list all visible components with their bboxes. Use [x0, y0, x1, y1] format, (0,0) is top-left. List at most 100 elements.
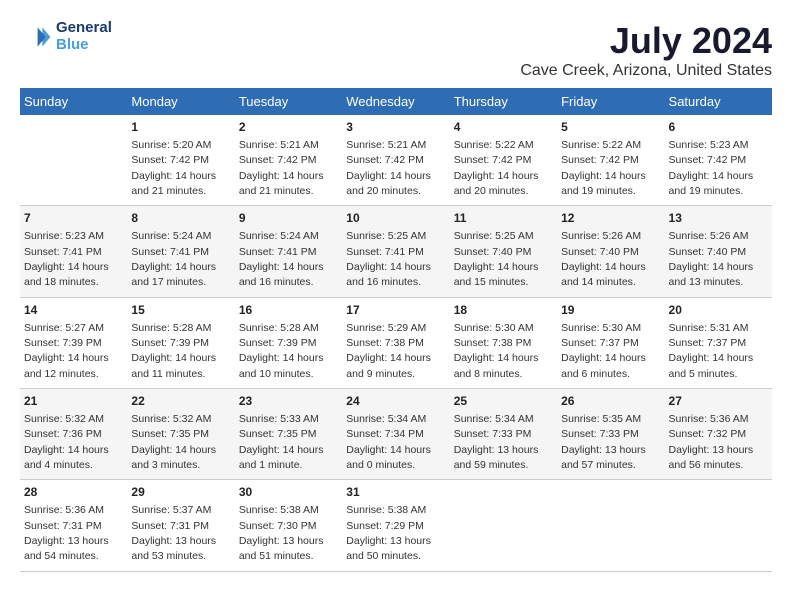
day-number: 14	[24, 302, 123, 319]
logo-icon	[20, 21, 52, 53]
calendar-cell: 31 Sunrise: 5:38 AM Sunset: 7:29 PM Dayli…	[342, 480, 449, 571]
calendar-cell: 16Sunrise: 5:28 AM Sunset: 7:39 PM Dayli…	[235, 297, 342, 388]
day-info: Sunrise: 5:34 AM Sunset: 7:33 PM Dayligh…	[454, 413, 539, 471]
day-number: 28	[24, 484, 123, 501]
calendar-cell: 17Sunrise: 5:29 AM Sunset: 7:38 PM Dayli…	[342, 297, 449, 388]
calendar-cell: 8 Sunrise: 5:24 AM Sunset: 7:41 PM Daylig…	[127, 206, 234, 297]
week-row-1: 1 Sunrise: 5:20 AM Sunset: 7:42 PM Daylig…	[20, 115, 772, 206]
day-number: 22	[131, 393, 230, 410]
calendar-cell: 25 Sunrise: 5:34 AM Sunset: 7:33 PM Dayli…	[450, 389, 557, 480]
day-header-sunday: Sunday	[20, 88, 127, 115]
calendar-cell: 19 Sunrise: 5:30 AM Sunset: 7:37 PM Dayli…	[557, 297, 664, 388]
day-header-saturday: Saturday	[665, 88, 772, 115]
day-info: Sunrise: 5:26 AM Sunset: 7:40 PM Dayligh…	[561, 230, 646, 288]
day-info: Sunrise: 5:30 AM Sunset: 7:37 PM Dayligh…	[561, 322, 646, 380]
day-number: 11	[454, 210, 553, 227]
title-area: July 2024 Cave Creek, Arizona, United St…	[520, 20, 772, 80]
day-info: Sunrise: 5:21 AM Sunset: 7:42 PM Dayligh…	[346, 139, 431, 197]
calendar-cell: 9Sunrise: 5:24 AM Sunset: 7:41 PM Daylig…	[235, 206, 342, 297]
day-info: Sunrise: 5:34 AM Sunset: 7:34 PM Dayligh…	[346, 413, 431, 471]
day-info: Sunrise: 5:35 AM Sunset: 7:33 PM Dayligh…	[561, 413, 646, 471]
day-number: 15	[131, 302, 230, 319]
day-info: Sunrise: 5:32 AM Sunset: 7:35 PM Dayligh…	[131, 413, 216, 471]
day-number: 16	[239, 302, 338, 319]
calendar-cell: 3 Sunrise: 5:21 AM Sunset: 7:42 PM Daylig…	[342, 115, 449, 206]
day-number: 25	[454, 393, 553, 410]
calendar-cell: 27 Sunrise: 5:36 AM Sunset: 7:32 PM Dayli…	[665, 389, 772, 480]
day-info: Sunrise: 5:23 AM Sunset: 7:42 PM Dayligh…	[669, 139, 754, 197]
subtitle: Cave Creek, Arizona, United States	[520, 62, 772, 80]
day-info: Sunrise: 5:36 AM Sunset: 7:31 PM Dayligh…	[24, 504, 109, 562]
day-info: Sunrise: 5:32 AM Sunset: 7:36 PM Dayligh…	[24, 413, 109, 471]
calendar-cell: 14 Sunrise: 5:27 AM Sunset: 7:39 PM Dayli…	[20, 297, 127, 388]
calendar-cell	[20, 115, 127, 206]
page-header: General Blue July 2024 Cave Creek, Arizo…	[20, 20, 772, 80]
calendar-cell: 22 Sunrise: 5:32 AM Sunset: 7:35 PM Dayli…	[127, 389, 234, 480]
calendar-cell: 26 Sunrise: 5:35 AM Sunset: 7:33 PM Dayli…	[557, 389, 664, 480]
calendar-cell: 23Sunrise: 5:33 AM Sunset: 7:35 PM Dayli…	[235, 389, 342, 480]
day-number: 7	[24, 210, 123, 227]
day-number: 10	[346, 210, 445, 227]
logo-line2: Blue	[56, 37, 112, 54]
day-header-friday: Friday	[557, 88, 664, 115]
day-info: Sunrise: 5:27 AM Sunset: 7:39 PM Dayligh…	[24, 322, 109, 380]
week-row-2: 7Sunrise: 5:23 AM Sunset: 7:41 PM Daylig…	[20, 206, 772, 297]
calendar-header: SundayMondayTuesdayWednesdayThursdayFrid…	[20, 88, 772, 115]
day-info: Sunrise: 5:38 AM Sunset: 7:30 PM Dayligh…	[239, 504, 324, 562]
day-number: 18	[454, 302, 553, 319]
day-number: 27	[669, 393, 768, 410]
day-info: Sunrise: 5:30 AM Sunset: 7:38 PM Dayligh…	[454, 322, 539, 380]
day-number: 1	[131, 119, 230, 136]
calendar-body: 1 Sunrise: 5:20 AM Sunset: 7:42 PM Daylig…	[20, 115, 772, 571]
day-info: Sunrise: 5:22 AM Sunset: 7:42 PM Dayligh…	[454, 139, 539, 197]
calendar-cell: 11 Sunrise: 5:25 AM Sunset: 7:40 PM Dayli…	[450, 206, 557, 297]
calendar-cell: 21 Sunrise: 5:32 AM Sunset: 7:36 PM Dayli…	[20, 389, 127, 480]
day-info: Sunrise: 5:38 AM Sunset: 7:29 PM Dayligh…	[346, 504, 431, 562]
day-info: Sunrise: 5:25 AM Sunset: 7:41 PM Dayligh…	[346, 230, 431, 288]
day-number: 19	[561, 302, 660, 319]
day-number: 20	[669, 302, 768, 319]
day-number: 8	[131, 210, 230, 227]
week-row-5: 28 Sunrise: 5:36 AM Sunset: 7:31 PM Dayli…	[20, 480, 772, 571]
day-header-monday: Monday	[127, 88, 234, 115]
day-number: 26	[561, 393, 660, 410]
calendar-cell: 4Sunrise: 5:22 AM Sunset: 7:42 PM Daylig…	[450, 115, 557, 206]
day-info: Sunrise: 5:25 AM Sunset: 7:40 PM Dayligh…	[454, 230, 539, 288]
day-number: 6	[669, 119, 768, 136]
day-number: 21	[24, 393, 123, 410]
week-row-4: 21 Sunrise: 5:32 AM Sunset: 7:36 PM Dayli…	[20, 389, 772, 480]
day-number: 24	[346, 393, 445, 410]
day-info: Sunrise: 5:22 AM Sunset: 7:42 PM Dayligh…	[561, 139, 646, 197]
day-info: Sunrise: 5:26 AM Sunset: 7:40 PM Dayligh…	[669, 230, 754, 288]
calendar-cell: 28 Sunrise: 5:36 AM Sunset: 7:31 PM Dayli…	[20, 480, 127, 571]
calendar-cell: 15 Sunrise: 5:28 AM Sunset: 7:39 PM Dayli…	[127, 297, 234, 388]
day-info: Sunrise: 5:37 AM Sunset: 7:31 PM Dayligh…	[131, 504, 216, 562]
calendar-cell	[450, 480, 557, 571]
week-row-3: 14 Sunrise: 5:27 AM Sunset: 7:39 PM Dayli…	[20, 297, 772, 388]
calendar-table: SundayMondayTuesdayWednesdayThursdayFrid…	[20, 88, 772, 572]
day-number: 29	[131, 484, 230, 501]
calendar-cell: 7Sunrise: 5:23 AM Sunset: 7:41 PM Daylig…	[20, 206, 127, 297]
calendar-cell: 1 Sunrise: 5:20 AM Sunset: 7:42 PM Daylig…	[127, 115, 234, 206]
calendar-cell: 24 Sunrise: 5:34 AM Sunset: 7:34 PM Dayli…	[342, 389, 449, 480]
calendar-cell: 6 Sunrise: 5:23 AM Sunset: 7:42 PM Daylig…	[665, 115, 772, 206]
day-number: 30	[239, 484, 338, 501]
day-number: 3	[346, 119, 445, 136]
day-header-thursday: Thursday	[450, 88, 557, 115]
day-info: Sunrise: 5:36 AM Sunset: 7:32 PM Dayligh…	[669, 413, 754, 471]
calendar-cell: 18 Sunrise: 5:30 AM Sunset: 7:38 PM Dayli…	[450, 297, 557, 388]
logo-text: General Blue	[56, 20, 112, 53]
day-number: 5	[561, 119, 660, 136]
day-number: 23	[239, 393, 338, 410]
day-info: Sunrise: 5:20 AM Sunset: 7:42 PM Dayligh…	[131, 139, 216, 197]
calendar-cell: 12Sunrise: 5:26 AM Sunset: 7:40 PM Dayli…	[557, 206, 664, 297]
day-info: Sunrise: 5:24 AM Sunset: 7:41 PM Dayligh…	[131, 230, 216, 288]
calendar-cell: 13Sunrise: 5:26 AM Sunset: 7:40 PM Dayli…	[665, 206, 772, 297]
day-info: Sunrise: 5:28 AM Sunset: 7:39 PM Dayligh…	[131, 322, 216, 380]
day-info: Sunrise: 5:24 AM Sunset: 7:41 PM Dayligh…	[239, 230, 324, 288]
calendar-cell	[557, 480, 664, 571]
day-info: Sunrise: 5:29 AM Sunset: 7:38 PM Dayligh…	[346, 322, 431, 380]
day-number: 31	[346, 484, 445, 501]
day-info: Sunrise: 5:21 AM Sunset: 7:42 PM Dayligh…	[239, 139, 324, 197]
calendar-cell: 30 Sunrise: 5:38 AM Sunset: 7:30 PM Dayli…	[235, 480, 342, 571]
